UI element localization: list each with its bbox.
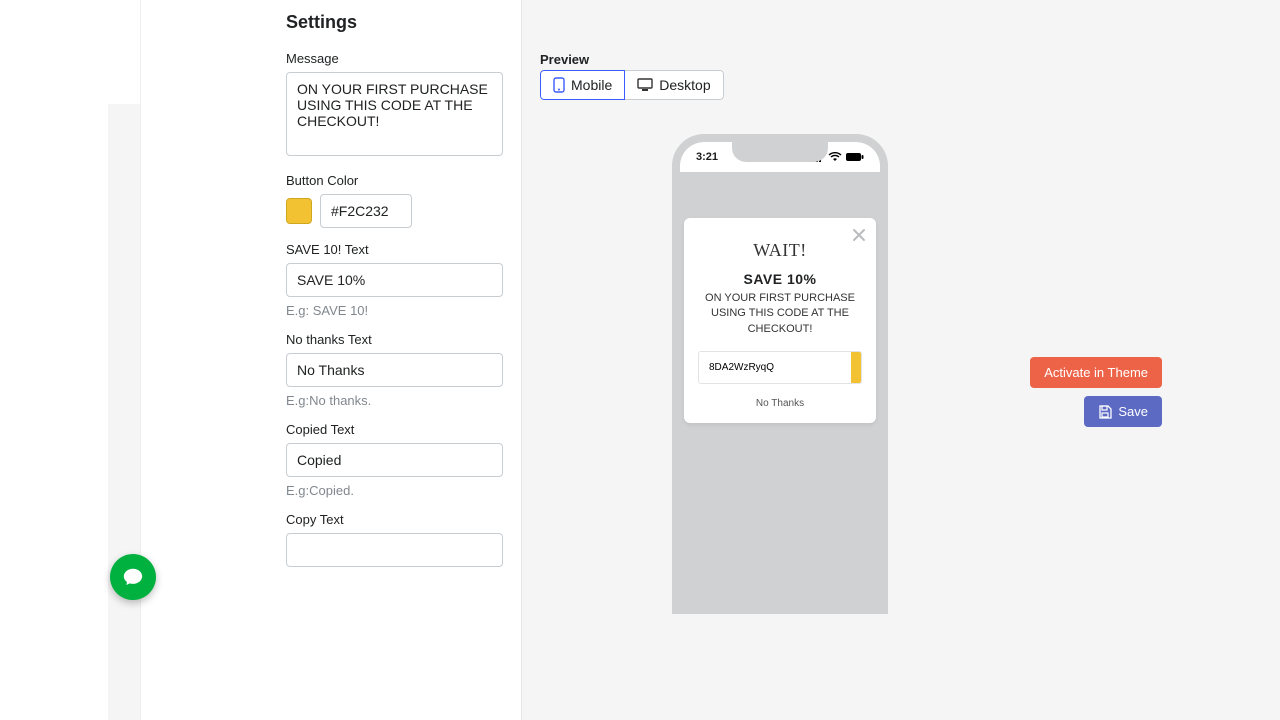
label-button-color: Button Color	[286, 173, 503, 188]
save-text-input[interactable]	[286, 263, 503, 297]
hint-no-thanks: E.g:No thanks.	[286, 393, 503, 408]
label-message: Message	[286, 51, 503, 66]
popup-title: WAIT!	[698, 240, 862, 261]
label-copy-text: Copy Text	[286, 512, 503, 527]
toggle-desktop[interactable]: Desktop	[624, 70, 723, 100]
activate-in-theme-button[interactable]: Activate in Theme	[1030, 357, 1162, 388]
desktop-icon	[637, 78, 653, 92]
no-thanks-input[interactable]	[286, 353, 503, 387]
label-save-text: SAVE 10! Text	[286, 242, 503, 257]
chat-fab[interactable]	[110, 554, 156, 600]
preview-toggle: Mobile Desktop	[540, 70, 724, 100]
battery-icon	[846, 152, 864, 162]
clock: 3:21	[696, 151, 718, 163]
color-swatch[interactable]	[286, 198, 312, 224]
copied-text-input[interactable]	[286, 443, 503, 477]
copy-text-input[interactable]	[286, 533, 503, 567]
popup-message: ON YOUR FIRST PURCHASE USING THIS CODE A…	[698, 291, 862, 337]
wifi-icon	[828, 152, 842, 162]
close-icon[interactable]	[852, 228, 866, 246]
color-hex-input[interactable]	[320, 194, 412, 228]
preview-label: Preview	[540, 52, 589, 67]
toggle-mobile[interactable]: Mobile	[540, 70, 625, 100]
no-thanks-link[interactable]: No Thanks	[698, 398, 862, 409]
phone-notch	[732, 142, 828, 162]
code-row: Copy	[698, 351, 862, 384]
copy-button[interactable]: Copy	[851, 352, 862, 383]
mobile-icon	[553, 77, 565, 93]
settings-heading: Settings	[286, 12, 521, 33]
phone-mockup: 3:21 WAIT! SAVE 10% ON YOUR FIRST PURCHA…	[672, 134, 888, 614]
phone-screen: 3:21 WAIT! SAVE 10% ON YOUR FIRST PURCHA…	[680, 142, 880, 614]
label-copied-text: Copied Text	[286, 422, 503, 437]
preview-area: Preview Mobile Desktop 3:21	[522, 0, 1280, 720]
chat-icon	[122, 566, 144, 588]
toggle-mobile-label: Mobile	[571, 77, 612, 93]
message-textarea[interactable]	[286, 72, 503, 156]
label-no-thanks: No thanks Text	[286, 332, 503, 347]
save-icon	[1098, 405, 1112, 419]
hint-copied-text: E.g:Copied.	[286, 483, 503, 498]
save-button-label: Save	[1118, 404, 1148, 419]
exit-intent-popup: WAIT! SAVE 10% ON YOUR FIRST PURCHASE US…	[684, 218, 876, 423]
hint-save-text: E.g: SAVE 10!	[286, 303, 503, 318]
page-gutter-left	[0, 0, 108, 720]
save-button[interactable]: Save	[1084, 396, 1162, 427]
settings-panel: Settings Message Button Color SAVE 10! T…	[246, 0, 522, 720]
floating-actions: Activate in Theme Save	[1030, 357, 1162, 427]
toggle-desktop-label: Desktop	[659, 77, 710, 93]
popup-save: SAVE 10%	[698, 271, 862, 287]
code-input[interactable]	[699, 352, 851, 383]
